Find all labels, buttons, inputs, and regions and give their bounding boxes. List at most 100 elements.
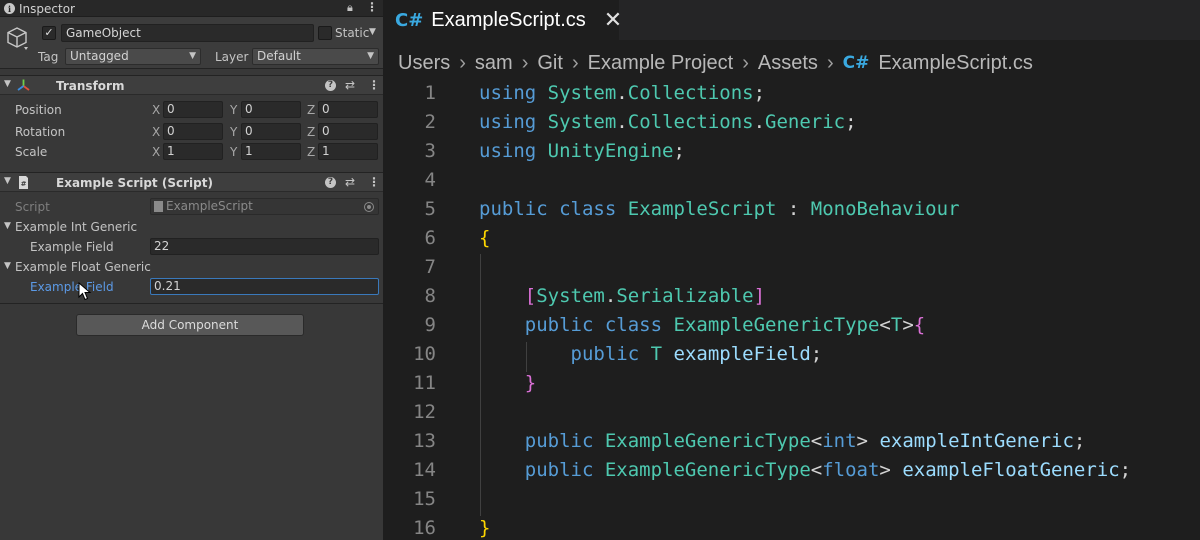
axis-x-label: X	[152, 145, 161, 159]
position-z-field[interactable]: 0	[318, 101, 378, 118]
foldout-expanded-icon[interactable]: ▼	[4, 221, 11, 231]
scale-x-field[interactable]: 1	[163, 143, 223, 160]
transform-component-header[interactable]: ▼ Transform ? ⇄ ⋮	[0, 75, 383, 95]
breadcrumb-item[interactable]: sam	[475, 52, 513, 75]
line-number: 16	[413, 517, 436, 539]
inspector-tab-label: Inspector	[19, 1, 75, 16]
chevron-down-icon[interactable]: ▼	[369, 27, 376, 37]
code-text: [System.Serializable]	[524, 285, 766, 307]
inspector-tab[interactable]: i Inspector	[0, 0, 100, 17]
code-line[interactable]: 9 public class ExampleGenericType<T>{	[383, 311, 1200, 340]
lock-icon[interactable]: 🔒︎	[347, 1, 353, 15]
code-line[interactable]: 15	[383, 485, 1200, 514]
scale-label: Scale	[15, 145, 48, 159]
scale-y-field[interactable]: 1	[241, 143, 301, 160]
code-text: public class ExampleScript : MonoBehavio…	[479, 198, 960, 220]
position-y-field[interactable]: 0	[241, 101, 301, 118]
code-line[interactable]: 16 }	[383, 514, 1200, 540]
foldout-expanded-icon[interactable]: ▼	[4, 176, 11, 186]
code-line[interactable]: 10 public T exampleField;	[383, 340, 1200, 369]
code-line[interactable]: 3 using UnityEngine;	[383, 137, 1200, 166]
line-number: 13	[413, 430, 436, 452]
breadcrumb-item[interactable]: Users	[398, 52, 450, 75]
code-text: }	[524, 372, 537, 394]
foldout-expanded-icon[interactable]: ▼	[4, 79, 11, 89]
rotation-y-field[interactable]: 0	[241, 123, 301, 140]
code-line[interactable]: 12	[383, 398, 1200, 427]
axis-z-label: Z	[307, 125, 316, 139]
line-number: 3	[424, 140, 436, 162]
code-line[interactable]: 13 public ExampleGenericType<int> exampl…	[383, 427, 1200, 456]
code-line[interactable]: 11 }	[383, 369, 1200, 398]
close-icon[interactable]: ✕	[604, 8, 622, 33]
position-x-field[interactable]: 0	[163, 101, 223, 118]
breadcrumb-item[interactable]: Assets	[758, 52, 818, 75]
float-generic-foldout-label[interactable]: Example Float Generic	[15, 260, 151, 274]
breadcrumb-item[interactable]: Example Project	[588, 52, 734, 75]
axis-x-label: X	[152, 103, 161, 117]
code-text: public class ExampleGenericType<T>{	[524, 314, 926, 336]
line-number: 1	[424, 82, 436, 104]
scale-z-field[interactable]: 1	[318, 143, 378, 160]
inspector-panel: i Inspector 🔒︎ ⋮ ✓ GameObject Static ▼ T…	[0, 0, 383, 540]
axis-z-label: Z	[307, 103, 316, 117]
int-generic-foldout-label[interactable]: Example Int Generic	[15, 220, 137, 234]
layer-dropdown[interactable]: Default ▼	[252, 48, 379, 65]
presets-icon[interactable]: ⇄	[345, 175, 355, 189]
code-line[interactable]: 5 public class ExampleScript : MonoBehav…	[383, 195, 1200, 224]
axis-y-label: Y	[230, 125, 238, 139]
script-component-header[interactable]: ▼ # Example Script (Script) ? ⇄ ⋮	[0, 172, 383, 192]
chevron-right-icon: ›	[521, 51, 529, 74]
breadcrumb-item[interactable]: ExampleScript.cs	[878, 52, 1033, 75]
svg-text:#: #	[21, 180, 27, 188]
gameobject-name-field[interactable]: GameObject	[61, 24, 314, 42]
add-component-button[interactable]: Add Component	[76, 314, 304, 336]
code-text: using System.Collections;	[479, 82, 766, 104]
line-number: 5	[424, 198, 436, 220]
component-menu-icon[interactable]: ⋮	[368, 175, 380, 189]
script-reference-field: ExampleScript	[150, 198, 379, 215]
line-number: 15	[413, 488, 436, 510]
divider	[0, 303, 383, 304]
layer-value: Default	[257, 49, 301, 63]
axis-z-label: Z	[307, 145, 316, 159]
active-checkbox[interactable]: ✓	[42, 26, 56, 40]
script-file-icon: #	[19, 176, 28, 189]
code-text: using System.Collections.Generic;	[479, 111, 857, 133]
code-line[interactable]: 6 {	[383, 224, 1200, 253]
line-number: 9	[424, 314, 436, 336]
float-field-input[interactable]: 0.21	[150, 278, 379, 295]
tag-dropdown[interactable]: Untagged ▼	[65, 48, 201, 65]
code-line[interactable]: 14 public ExampleGenericType<float> exam…	[383, 456, 1200, 485]
int-field-input[interactable]: 22	[150, 238, 379, 255]
code-line[interactable]: 8 [System.Serializable]	[383, 282, 1200, 311]
breadcrumb-item[interactable]: Git	[537, 52, 563, 75]
tag-label: Tag	[38, 50, 59, 64]
code-line[interactable]: 1 using System.Collections;	[383, 79, 1200, 108]
component-menu-icon[interactable]: ⋮	[368, 78, 380, 92]
code-area[interactable]: 1 using System.Collections; 2 using Syst…	[383, 79, 1200, 540]
cube-icon	[7, 27, 28, 50]
code-line[interactable]: 2 using System.Collections.Generic;	[383, 108, 1200, 137]
code-text: {	[479, 227, 491, 249]
script-reference-value: ExampleScript	[166, 199, 253, 213]
rotation-z-field[interactable]: 0	[318, 123, 378, 140]
more-options-icon[interactable]: ⋮	[366, 0, 378, 14]
tag-value: Untagged	[70, 49, 129, 63]
static-checkbox[interactable]	[318, 26, 332, 40]
rotation-x-field[interactable]: 0	[163, 123, 223, 140]
presets-icon[interactable]: ⇄	[345, 78, 355, 92]
editor-tab-active[interactable]: C# ExampleScript.cs ✕	[383, 0, 622, 40]
int-field-label: Example Field	[30, 240, 114, 254]
line-number: 10	[413, 343, 436, 365]
chevron-right-icon: ›	[742, 51, 749, 74]
code-line[interactable]: 7	[383, 253, 1200, 282]
code-line[interactable]: 4	[383, 166, 1200, 195]
help-icon[interactable]: ?	[325, 177, 336, 188]
csharp-file-icon: C#	[842, 53, 870, 73]
gameobject-header: ✓ GameObject Static ▼ Tag Untagged ▼ Lay…	[0, 17, 383, 69]
object-picker-icon[interactable]	[364, 202, 374, 212]
line-number: 11	[413, 372, 436, 394]
foldout-expanded-icon[interactable]: ▼	[4, 261, 11, 271]
help-icon[interactable]: ?	[325, 80, 336, 91]
